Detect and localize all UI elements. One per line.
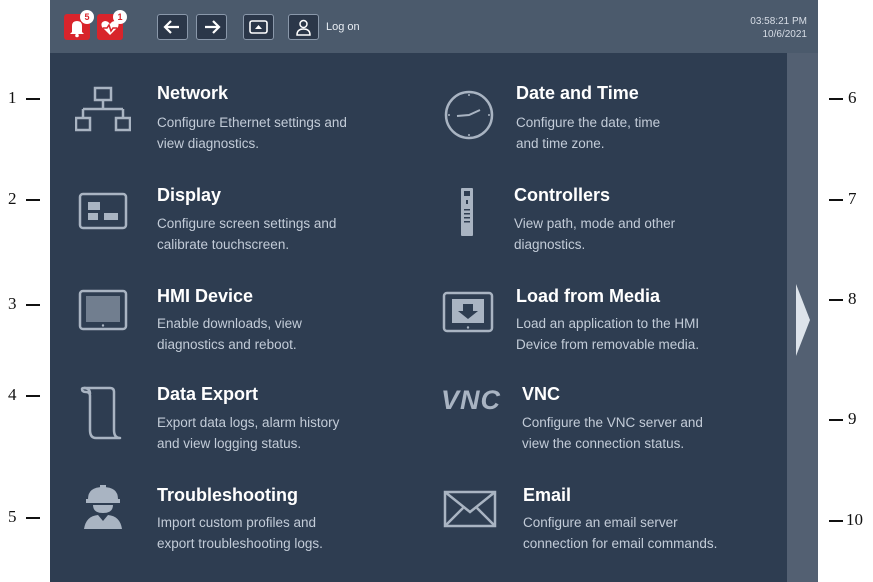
network-desc-2: view diagnostics. <box>157 136 260 151</box>
email-item[interactable]: Email Configure an email server connecti… <box>438 485 768 557</box>
load-from-media-item[interactable]: Load from Media Load an application to t… <box>438 286 768 358</box>
hmi-terminal-icon <box>78 289 128 331</box>
settings-panel: Network Configure Ethernet settings and … <box>50 53 787 582</box>
network-title: Network <box>157 83 229 103</box>
hmi-device-item[interactable]: HMI Device Enable downloads, view diagno… <box>70 286 390 358</box>
keyboard-button[interactable] <box>243 14 274 40</box>
troubleshooting-item[interactable]: Troubleshooting Import custom profiles a… <box>70 485 390 557</box>
alarm-button[interactable]: 5 <box>64 10 94 40</box>
load-from-media-desc-1: Load an application to the HMI <box>516 316 700 331</box>
date-and-time-desc-2: and time zone. <box>516 136 605 151</box>
top-toolbar: 5 1 Log on 03:58:21 PM 10/6/2021 <box>50 0 818 53</box>
load-from-media-title: Load from Media <box>516 286 661 306</box>
screen-eject-icon <box>249 20 268 34</box>
data-export-desc-1: Export data logs, alarm history <box>157 415 340 430</box>
arrow-left-icon <box>163 20 179 34</box>
next-page-strip <box>787 53 818 582</box>
controllers-desc-2: diagnostics. <box>514 237 586 252</box>
diagnostics-count-badge: 1 <box>113 10 127 24</box>
troubleshooting-desc-2: export troubleshooting logs. <box>157 536 323 551</box>
controllers-item[interactable]: Controllers View path, mode and other di… <box>438 184 768 256</box>
alarm-count-badge: 5 <box>80 10 94 24</box>
date-and-time-item[interactable]: Date and Time Configure the date, time a… <box>438 83 768 155</box>
email-desc-1: Configure an email server <box>523 515 678 530</box>
data-export-item[interactable]: Data Export Export data logs, alarm hist… <box>70 384 390 456</box>
envelope-icon <box>443 490 497 528</box>
scroll-icon <box>80 386 122 440</box>
hmi-device-desc-1: Enable downloads, view <box>157 316 302 331</box>
next-page-arrow-icon[interactable] <box>794 282 812 358</box>
network-icon <box>75 86 131 132</box>
controller-module-icon <box>461 188 473 236</box>
date-and-time-title: Date and Time <box>516 83 639 103</box>
load-media-icon <box>442 291 494 333</box>
vnc-item[interactable]: VNC VNC Configure the VNC server and vie… <box>438 384 768 456</box>
vnc-title: VNC <box>522 384 561 404</box>
data-export-desc-2: and view logging status. <box>157 436 302 451</box>
vnc-icon: VNC <box>441 385 502 415</box>
forward-button[interactable] <box>196 14 227 40</box>
controllers-desc-1: View path, mode and other <box>514 216 676 231</box>
email-title: Email <box>523 485 572 505</box>
troubleshooting-desc-1: Import custom profiles and <box>157 515 317 530</box>
troubleshooting-title: Troubleshooting <box>157 485 298 505</box>
vnc-desc-1: Configure the VNC server and <box>522 415 703 430</box>
clock: 03:58:21 PM 10/6/2021 <box>750 15 807 41</box>
controllers-title: Controllers <box>514 185 611 205</box>
back-button[interactable] <box>157 14 188 40</box>
display-desc-1: Configure screen settings and <box>157 216 337 231</box>
logon-label[interactable]: Log on <box>326 21 360 33</box>
network-item[interactable]: Network Configure Ethernet settings and … <box>70 83 390 155</box>
arrow-right-icon <box>205 20 221 34</box>
load-from-media-desc-2: Device from removable media. <box>516 337 700 352</box>
display-icon <box>78 192 128 230</box>
diagnostics-button[interactable]: 1 <box>97 10 127 40</box>
display-title: Display <box>157 185 222 205</box>
clock-icon <box>444 90 494 140</box>
time-text: 03:58:21 PM <box>750 16 807 27</box>
network-desc-1: Configure Ethernet settings and <box>157 115 347 130</box>
logon-button[interactable] <box>288 14 319 40</box>
user-icon <box>296 19 311 36</box>
worker-icon <box>84 485 122 529</box>
display-desc-2: calibrate touchscreen. <box>157 237 290 252</box>
hmi-device-desc-2: diagnostics and reboot. <box>157 337 297 352</box>
display-item[interactable]: Display Configure screen settings and ca… <box>70 184 390 256</box>
data-export-title: Data Export <box>157 384 259 404</box>
vnc-desc-2: view the connection status. <box>522 436 685 451</box>
hmi-device-title: HMI Device <box>157 286 254 306</box>
date-and-time-desc-1: Configure the date, time <box>516 115 661 130</box>
date-text: 10/6/2021 <box>762 29 808 40</box>
email-desc-2: connection for email commands. <box>523 536 718 551</box>
